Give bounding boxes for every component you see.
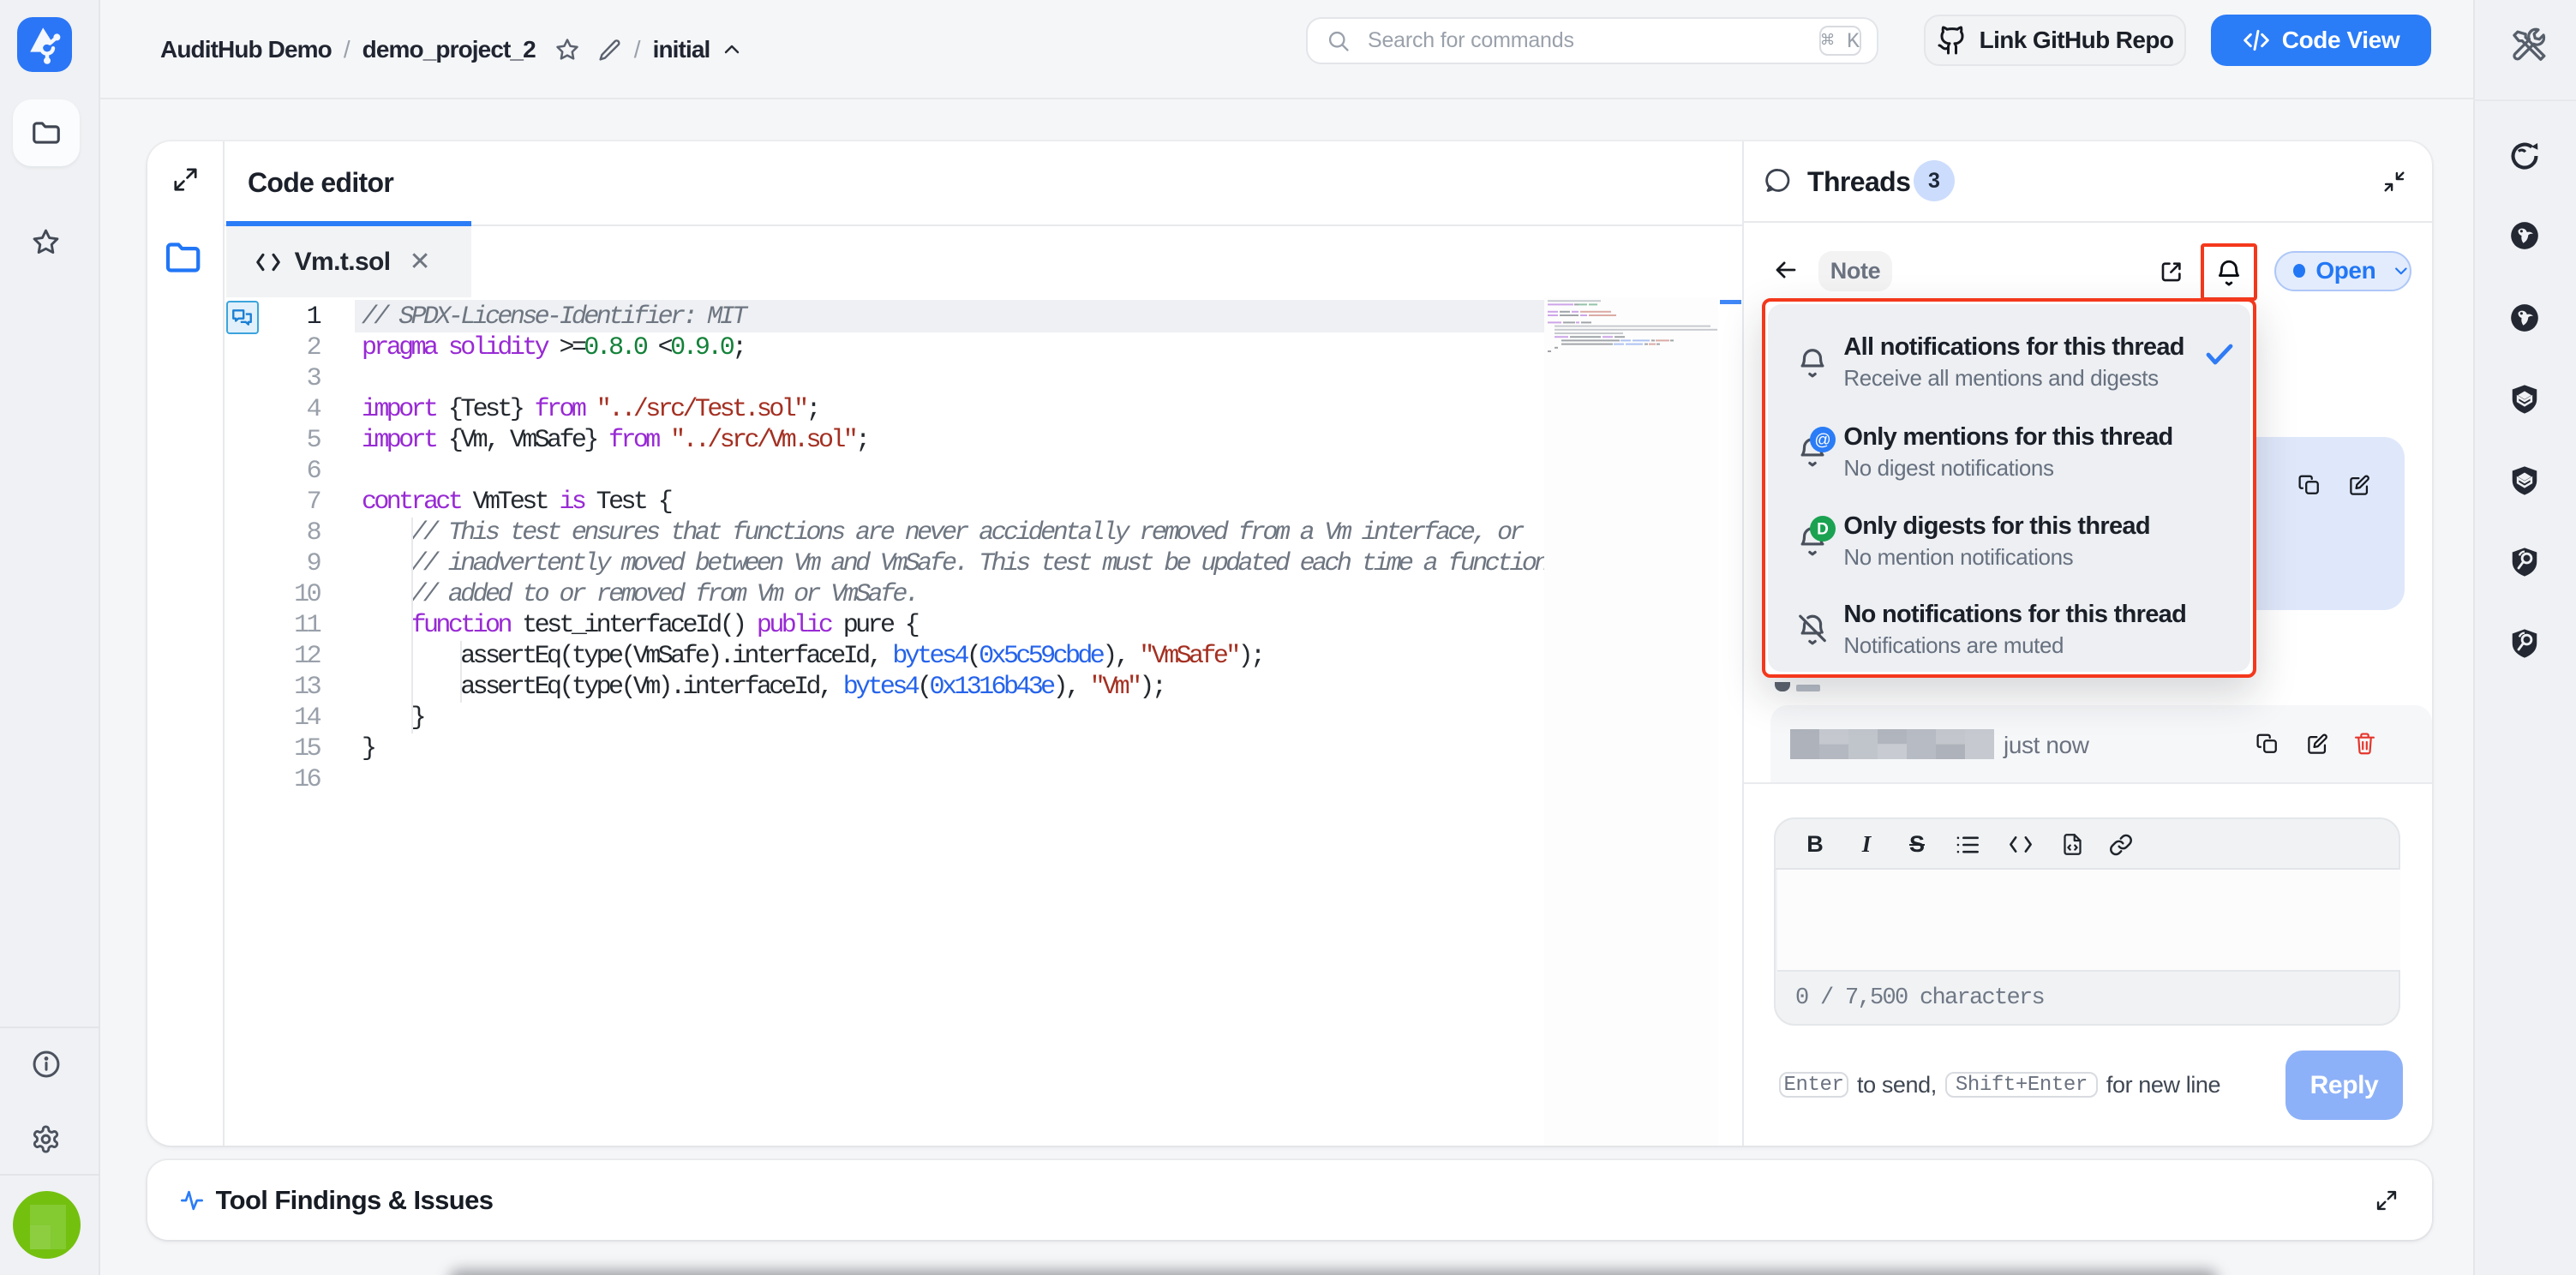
svg-text:@: @ bbox=[1815, 431, 1831, 449]
svg-text:D: D bbox=[1818, 520, 1830, 538]
